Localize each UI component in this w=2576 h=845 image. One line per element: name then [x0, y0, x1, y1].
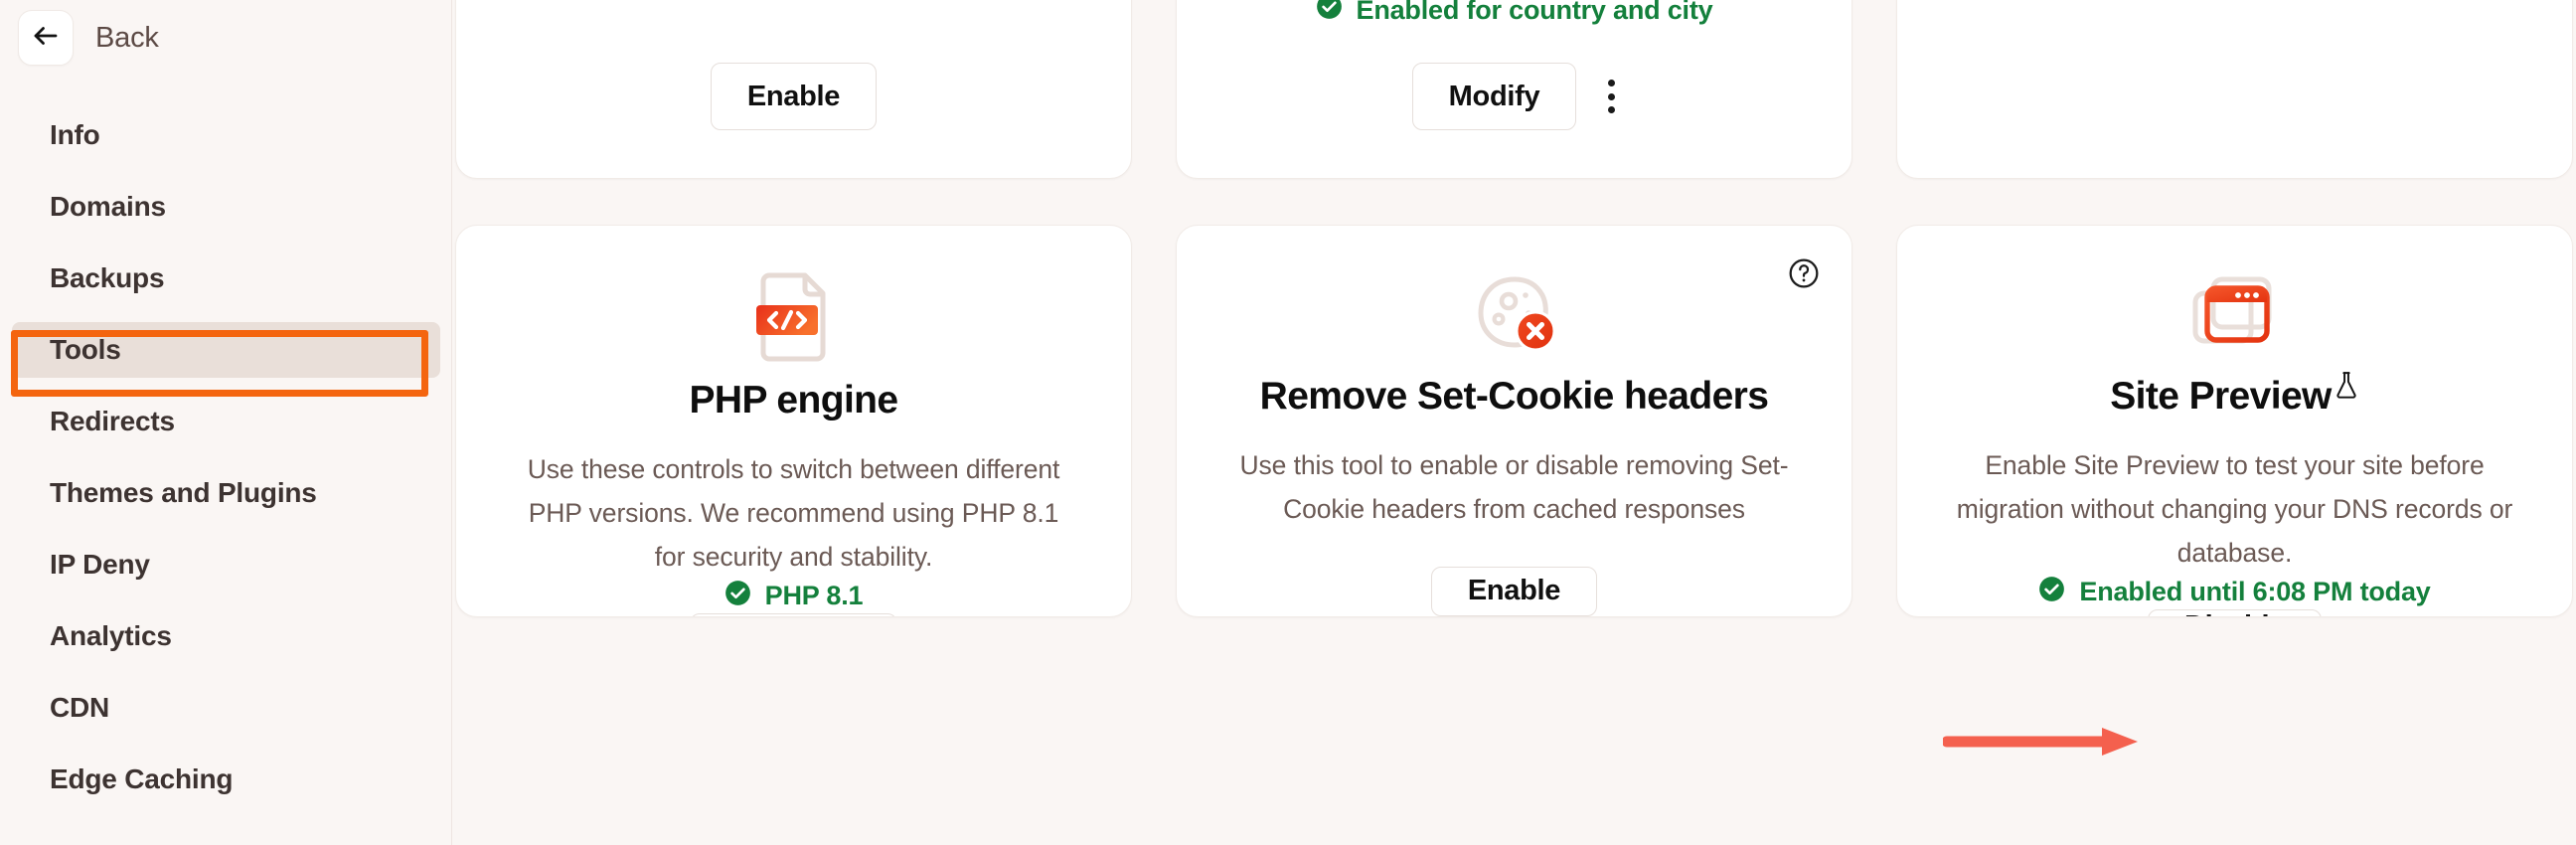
- sidebar-item-edge-caching[interactable]: Edge Caching: [12, 752, 440, 807]
- help-circle-icon[interactable]: [1788, 257, 1820, 289]
- enable-button[interactable]: Enable: [710, 63, 878, 130]
- sidebar-item-info[interactable]: Info: [12, 107, 440, 163]
- sidebar-item-label: Themes and Plugins: [50, 477, 317, 508]
- status-label: Enabled until 6:08 PM today: [2079, 577, 2431, 607]
- card-remove-set-cookie-headers: Remove Set-Cookie headers Use this tool …: [1176, 225, 1852, 617]
- kebab-menu-icon[interactable]: [1606, 75, 1616, 118]
- modify-button[interactable]: Modify: [1411, 63, 1577, 130]
- sidebar-item-label: IP Deny: [50, 549, 150, 580]
- card-php-engine: PHP engine Use these controls to switch …: [455, 225, 1132, 617]
- card-site-preview: Site Preview Enable Site Preview to test…: [1896, 225, 2573, 617]
- disable-site-preview-button[interactable]: Disable: [2147, 608, 2323, 616]
- tools-card-grid: Enable Enabled for country and city Modi…: [452, 0, 2576, 845]
- card-top-right: [1896, 0, 2573, 179]
- browser-windows-icon: [2187, 271, 2283, 359]
- sidebar: Back Info Domains Backups Tools Redirect…: [0, 0, 452, 845]
- sidebar-item-redirects[interactable]: Redirects: [12, 394, 440, 449]
- card-description: Enable Site Preview to test your site be…: [1956, 450, 2513, 568]
- card-title-text: PHP engine: [689, 379, 898, 422]
- sidebar-item-label: Redirects: [50, 406, 175, 436]
- sidebar-nav: Info Domains Backups Tools Redirects The…: [0, 107, 452, 823]
- back-button[interactable]: [18, 10, 74, 66]
- sidebar-item-domains[interactable]: Domains: [12, 179, 440, 235]
- status-badge-php: PHP 8.1: [724, 580, 864, 613]
- button-label: Modify: [726, 614, 818, 616]
- check-circle-icon: [2038, 576, 2065, 609]
- tools-page: Back Info Domains Backups Tools Redirect…: [0, 0, 2576, 845]
- modify-php-button[interactable]: Modify: [689, 612, 898, 616]
- code-file-icon: [755, 271, 833, 363]
- chevron-down-icon: [837, 614, 861, 616]
- sidebar-item-label: Backups: [50, 262, 165, 293]
- card-title-text: Remove Set-Cookie headers: [1259, 375, 1769, 418]
- sidebar-item-label: Edge Caching: [50, 763, 234, 794]
- sidebar-item-label: CDN: [50, 692, 110, 723]
- card-description: Use this tool to enable or disable remov…: [1239, 450, 1789, 524]
- card-title: Site Preview: [2110, 372, 2359, 419]
- back-navigation[interactable]: Back: [18, 10, 159, 66]
- arrow-left-icon: [31, 21, 61, 56]
- check-circle-icon: [1316, 0, 1343, 27]
- status-label: Enabled for country and city: [1356, 0, 1713, 25]
- card-title: PHP engine: [689, 379, 898, 422]
- card-title: Remove Set-Cookie headers: [1260, 375, 1769, 419]
- card-top-middle: Enabled for country and city Modify: [1176, 0, 1852, 179]
- sidebar-item-cdn[interactable]: CDN: [12, 680, 440, 736]
- sidebar-item-tools[interactable]: Tools: [12, 322, 440, 378]
- sidebar-item-label: Domains: [50, 191, 166, 222]
- flask-icon: [2334, 371, 2359, 401]
- card-title-text: Site Preview: [2110, 375, 2332, 418]
- check-circle-icon: [724, 580, 751, 613]
- card-top-left: Enable: [455, 0, 1132, 179]
- enable-set-cookie-button[interactable]: Enable: [1430, 566, 1598, 616]
- sidebar-item-ip-deny[interactable]: IP Deny: [12, 537, 440, 592]
- back-label: Back: [95, 21, 159, 54]
- sidebar-item-backups[interactable]: Backups: [12, 251, 440, 306]
- card-row-top: Enable Enabled for country and city Modi…: [452, 0, 2576, 179]
- sidebar-item-label: Info: [50, 119, 100, 150]
- status-badge-site-preview: Enabled until 6:08 PM today: [2038, 576, 2431, 609]
- cookie-disabled-icon: [1469, 271, 1560, 359]
- status-label: PHP 8.1: [764, 581, 864, 611]
- sidebar-item-analytics[interactable]: Analytics: [12, 608, 440, 664]
- sidebar-item-label: Tools: [50, 334, 121, 365]
- sidebar-item-themes-and-plugins[interactable]: Themes and Plugins: [12, 465, 440, 521]
- card-row-bottom: PHP engine Use these controls to switch …: [452, 225, 2576, 617]
- sidebar-item-label: Analytics: [50, 620, 172, 651]
- status-badge: Enabled for country and city: [1316, 0, 1713, 27]
- card-description: Use these controls to switch between dif…: [527, 454, 1060, 572]
